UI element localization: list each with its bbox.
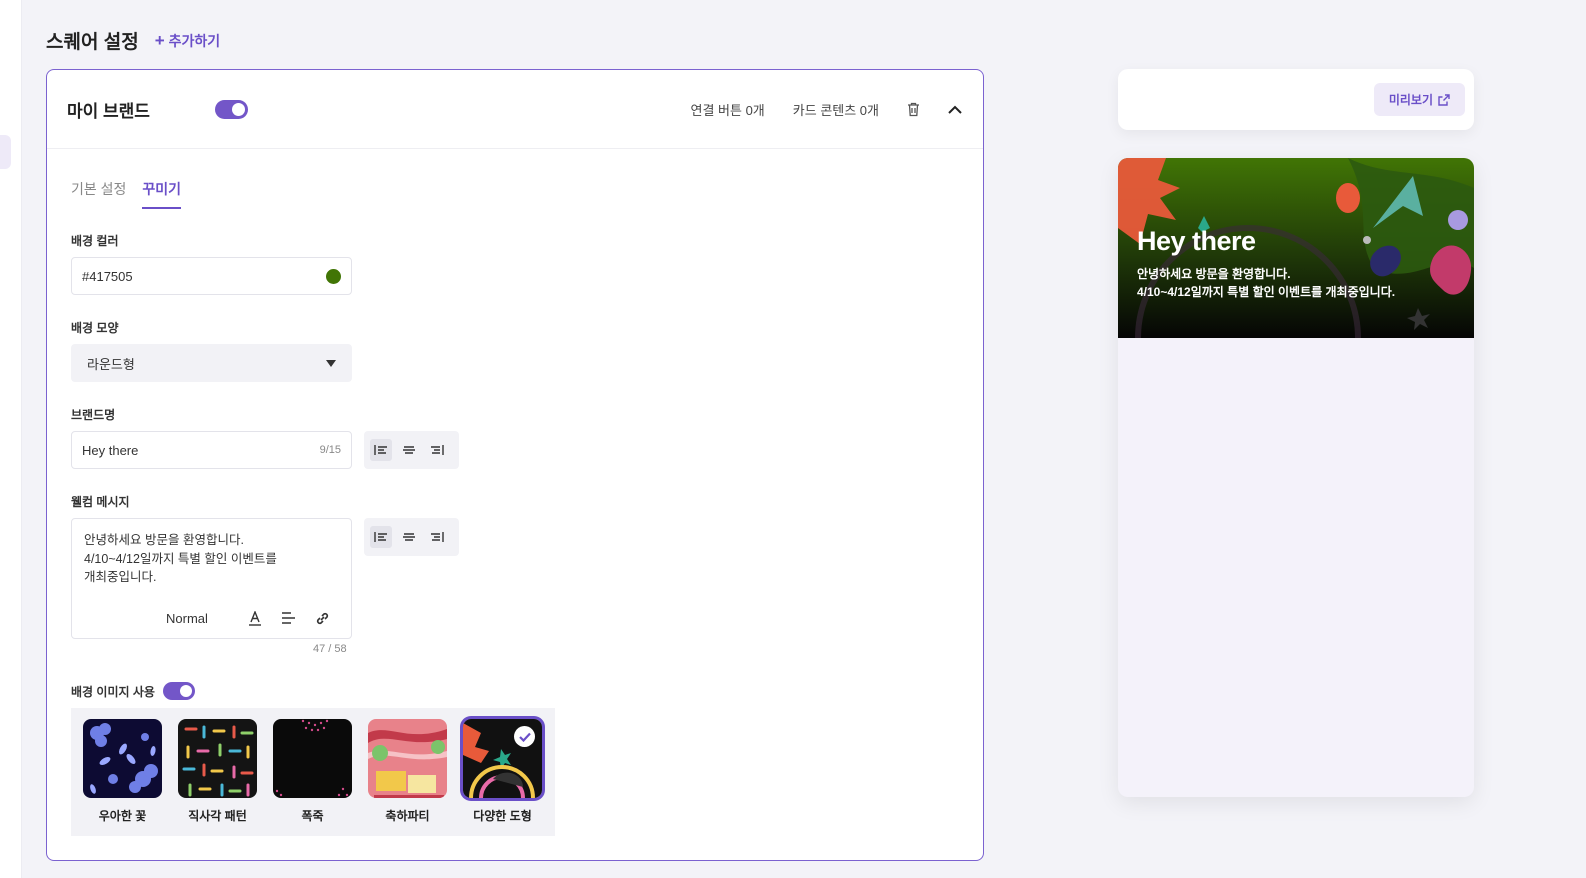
welcome-message-text[interactable]: 안녕하세요 방문을 환영합니다. 4/10~4/12일까지 특별 할인 이벤트를… <box>84 531 324 587</box>
check-icon <box>514 726 535 747</box>
align-right-icon[interactable] <box>426 526 448 548</box>
preview-hero: Hey there 안녕하세요 방문을 환영합니다. 4/10~4/12일까지 … <box>1118 158 1474 338</box>
thumbnail-label: 우아한 꽃 <box>98 809 147 823</box>
align-right-icon[interactable] <box>426 439 448 461</box>
card-title: 마이 브랜드 <box>67 101 150 121</box>
bg-color-input[interactable]: #417505 <box>71 257 352 295</box>
brand-name-counter: 9/15 <box>319 444 341 456</box>
welcome-align-group <box>364 518 459 556</box>
thumbnail-image <box>83 719 162 798</box>
format-select[interactable]: Normal <box>166 611 208 626</box>
bg-image-picker: 우아한 꽃 직사각 패턴 폭죽 축하파티 다양한 도형 <box>71 708 555 836</box>
brand-name-align-group <box>364 431 459 469</box>
thumbnail-celebration-party[interactable]: 축하파티 <box>368 719 447 825</box>
brand-name-label: 브랜드명 <box>71 408 116 422</box>
hero-message: 안녕하세요 방문을 환영합니다. 4/10~4/12일까지 특별 할인 이벤트를… <box>1137 267 1396 299</box>
tab-bar: 기본 설정 꾸미기 <box>71 179 182 209</box>
brand-name-value: Hey there <box>82 442 139 458</box>
bg-shape-label: 배경 모양 <box>71 321 119 335</box>
thumbnail-various-shapes[interactable]: 다양한 도형 <box>463 719 542 825</box>
thumbnail-image <box>463 719 542 798</box>
card-contents-count: 카드 콘텐츠 0개 <box>792 102 879 118</box>
welcome-message-counter: 47 / 58 <box>313 643 347 655</box>
text-color-icon[interactable] <box>246 609 264 627</box>
thumbnail-rectangle-pattern[interactable]: 직사각 패턴 <box>178 719 257 825</box>
thumbnail-label: 폭죽 <box>301 809 324 823</box>
thumbnail-image <box>178 719 257 798</box>
welcome-message-label: 웰컴 메시지 <box>71 495 130 509</box>
bg-shape-select[interactable]: 라운드형 <box>71 344 352 382</box>
trash-icon[interactable] <box>905 101 921 117</box>
hero-title: Hey there <box>1137 226 1256 256</box>
card-header: 마이 브랜드 연결 버튼 0개 카드 콘텐츠 0개 <box>47 70 983 149</box>
preview-button-label: 미리보기 <box>1388 93 1433 107</box>
bg-image-row: 배경 이미지 사용 <box>71 682 195 700</box>
align-left-icon[interactable] <box>370 439 392 461</box>
external-link-icon <box>1438 93 1450 106</box>
link-icon[interactable] <box>314 609 332 627</box>
align-icon[interactable] <box>280 609 298 627</box>
linked-buttons-count: 연결 버튼 0개 <box>690 102 765 118</box>
bg-color-value: #417505 <box>82 268 133 284</box>
thumbnail-fireworks[interactable]: 폭죽 <box>273 719 352 825</box>
bg-image-toggle[interactable] <box>162 682 195 700</box>
welcome-message-editor[interactable]: 안녕하세요 방문을 환영합니다. 4/10~4/12일까지 특별 할인 이벤트를… <box>71 518 352 639</box>
thumbnail-label: 직사각 패턴 <box>188 809 247 823</box>
editor-toolbar: Normal <box>166 609 332 627</box>
page-header: 스퀘어 설정 + 추가하기 <box>46 27 220 54</box>
align-center-icon[interactable] <box>398 439 420 461</box>
thumbnail-elegant-flowers[interactable]: 우아한 꽃 <box>83 719 162 825</box>
page-title: 스퀘어 설정 <box>46 32 139 53</box>
align-center-icon[interactable] <box>398 526 420 548</box>
thumbnail-image <box>273 719 352 798</box>
brand-name-input[interactable]: Hey there 9/15 <box>71 431 352 469</box>
bg-image-label: 배경 이미지 사용 <box>71 684 155 699</box>
mobile-preview: Hey there 안녕하세요 방문을 환영합니다. 4/10~4/12일까지 … <box>1118 158 1474 797</box>
thumbnail-label: 다양한 도형 <box>473 809 532 823</box>
thumbnail-image <box>368 719 447 798</box>
add-button[interactable]: + 추가하기 <box>155 31 220 51</box>
brand-card: 마이 브랜드 연결 버튼 0개 카드 콘텐츠 0개 기본 설정 꾸미기 배경 컬… <box>46 69 984 861</box>
thumbnail-label: 축하파티 <box>385 809 430 823</box>
bg-shape-value: 라운드형 <box>87 356 135 372</box>
tab-decorate[interactable]: 꾸미기 <box>142 179 182 209</box>
chevron-up-icon[interactable] <box>947 101 963 117</box>
sidebar-active-indicator[interactable] <box>0 135 11 169</box>
color-swatch[interactable] <box>326 268 341 284</box>
caret-down-icon <box>326 359 336 367</box>
preview-toolbar: 미리보기 <box>1118 69 1474 130</box>
bg-color-label: 배경 컬러 <box>71 234 119 248</box>
add-button-label: 추가하기 <box>168 32 221 49</box>
align-left-icon[interactable] <box>370 526 392 548</box>
preview-button[interactable]: 미리보기 <box>1373 83 1465 116</box>
plus-icon: + <box>154 31 165 50</box>
card-enabled-toggle[interactable] <box>215 99 248 119</box>
tab-basic-settings[interactable]: 기본 설정 <box>71 179 126 209</box>
left-sidebar <box>0 0 22 878</box>
